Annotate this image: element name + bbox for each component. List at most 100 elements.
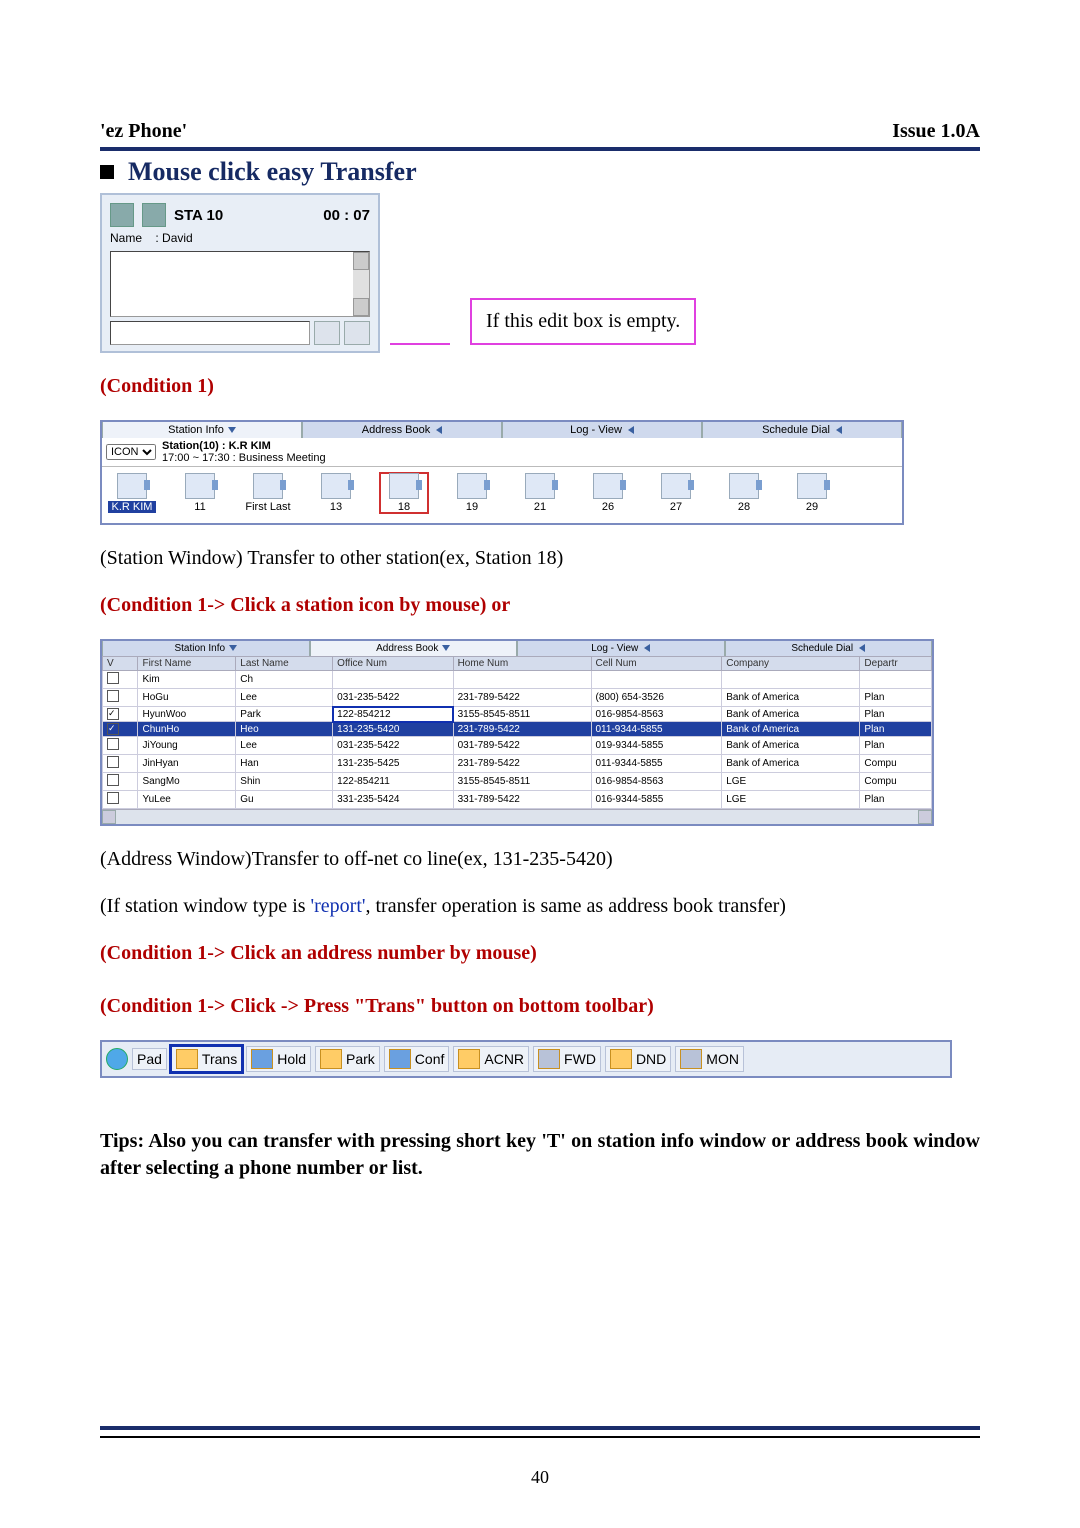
table-cell[interactable]: Plan [860,737,932,755]
table-cell[interactable]: 131-235-5425 [333,755,453,773]
transfer-edit-box[interactable] [110,321,310,345]
table-column-header[interactable]: Company [722,657,860,671]
table-cell[interactable]: 3155-8545-8511 [453,707,591,722]
checkbox-icon[interactable] [107,756,119,768]
table-cell[interactable]: JiYoung [138,737,236,755]
table-cell[interactable]: 019-9344-5855 [591,737,722,755]
table-cell[interactable]: 031-789-5422 [453,737,591,755]
tab-address-book[interactable]: Address Book [302,422,502,438]
scrollbar[interactable] [353,252,369,316]
checkbox-icon[interactable] [107,708,119,720]
tab-log-view[interactable]: Log - View [517,641,725,656]
table-cell[interactable]: Plan [860,707,932,722]
table-cell[interactable] [103,707,138,722]
table-row[interactable]: HyunWooPark122-8542123155-8545-8511016-9… [103,707,932,722]
station-icon[interactable]: 21 [516,473,564,513]
table-cell[interactable]: Shin [236,773,333,791]
station-icon[interactable]: 29 [788,473,836,513]
table-column-header[interactable]: Departr [860,657,932,671]
table-cell[interactable] [103,737,138,755]
table-cell[interactable]: JinHyan [138,755,236,773]
table-column-header[interactable]: Last Name [236,657,333,671]
report-link[interactable]: 'report' [311,895,366,917]
tab-schedule-dial[interactable]: Schedule Dial [702,422,902,438]
transfer-cancel-button[interactable] [344,321,370,345]
dnd-button[interactable]: DND [605,1046,671,1072]
table-row[interactable]: HoGuLee031-235-5422231-789-5422(800) 654… [103,689,932,707]
table-row[interactable]: KimCh [103,671,932,689]
table-cell[interactable]: Plan [860,791,932,809]
transfer-go-button[interactable] [314,321,340,345]
table-cell[interactable]: 231-789-5422 [453,755,591,773]
table-cell[interactable]: Ch [236,671,333,689]
table-cell[interactable]: LGE [722,791,860,809]
table-cell[interactable]: YuLee [138,791,236,809]
table-cell[interactable]: LGE [722,773,860,791]
table-cell[interactable]: 031-235-5422 [333,689,453,707]
fwd-button[interactable]: FWD [533,1046,601,1072]
table-cell[interactable] [333,671,453,689]
table-cell[interactable]: 016-9854-8563 [591,773,722,791]
checkbox-icon[interactable] [107,792,119,804]
table-cell[interactable]: Lee [236,737,333,755]
tab-schedule-dial[interactable]: Schedule Dial [725,641,933,656]
checkbox-icon[interactable] [107,723,119,735]
table-cell[interactable]: Bank of America [722,722,860,737]
table-cell[interactable]: 011-9344-5855 [591,755,722,773]
checkbox-icon[interactable] [107,774,119,786]
table-column-header[interactable]: V [103,657,138,671]
station-icon[interactable]: K.R KIM [108,473,156,513]
table-cell[interactable]: Bank of America [722,737,860,755]
table-cell[interactable]: 011-9344-5855 [591,722,722,737]
conf-button[interactable]: Conf [384,1046,450,1072]
table-cell[interactable]: (800) 654-3526 [591,689,722,707]
table-cell[interactable]: 231-789-5422 [453,722,591,737]
table-cell[interactable]: 122-854211 [333,773,453,791]
table-cell[interactable]: Compu [860,755,932,773]
table-column-header[interactable]: Cell Num [591,657,722,671]
table-row[interactable]: SangMoShin122-8542113155-8545-8511016-98… [103,773,932,791]
table-cell[interactable]: Heo [236,722,333,737]
table-cell[interactable]: Bank of America [722,689,860,707]
trans-button[interactable]: Trans [171,1046,242,1072]
table-cell[interactable] [722,671,860,689]
station-icon[interactable]: 11 [176,473,224,513]
table-cell[interactable]: ChunHo [138,722,236,737]
station-icon[interactable]: 26 [584,473,632,513]
table-cell[interactable]: 231-789-5422 [453,689,591,707]
station-icon[interactable]: 19 [448,473,496,513]
table-cell[interactable]: Gu [236,791,333,809]
scroll-down-icon[interactable] [353,298,369,316]
table-cell[interactable]: 331-235-5424 [333,791,453,809]
checkbox-icon[interactable] [107,738,119,750]
table-row[interactable]: JiYoungLee031-235-5422031-789-5422019-93… [103,737,932,755]
table-cell[interactable] [103,773,138,791]
tab-log-view[interactable]: Log - View [502,422,702,438]
acnr-button[interactable]: ACNR [453,1046,529,1072]
station-icon[interactable]: 13 [312,473,360,513]
table-cell[interactable] [103,755,138,773]
table-cell[interactable]: HoGu [138,689,236,707]
station-icon[interactable]: 18 [380,473,428,513]
table-column-header[interactable]: Office Num [333,657,453,671]
table-cell[interactable] [103,722,138,737]
table-row[interactable]: JinHyanHan131-235-5425231-789-5422011-93… [103,755,932,773]
table-cell[interactable] [103,689,138,707]
table-column-header[interactable]: Home Num [453,657,591,671]
table-cell[interactable]: Bank of America [722,755,860,773]
table-cell[interactable]: Compu [860,773,932,791]
table-cell[interactable]: 131-235-5420 [333,722,453,737]
tab-station-info[interactable]: Station Info [102,422,302,438]
table-cell[interactable]: Han [236,755,333,773]
tab-station-info[interactable]: Station Info [102,641,310,656]
table-cell[interactable]: 016-9854-8563 [591,707,722,722]
tab-address-book[interactable]: Address Book [310,641,518,656]
table-cell[interactable]: 031-235-5422 [333,737,453,755]
table-cell[interactable]: Plan [860,722,932,737]
table-cell[interactable] [453,671,591,689]
park-button[interactable]: Park [315,1046,380,1072]
table-column-header[interactable]: First Name [138,657,236,671]
pad-button[interactable]: Pad [132,1048,167,1070]
table-cell[interactable] [103,791,138,809]
table-cell[interactable]: 016-9344-5855 [591,791,722,809]
